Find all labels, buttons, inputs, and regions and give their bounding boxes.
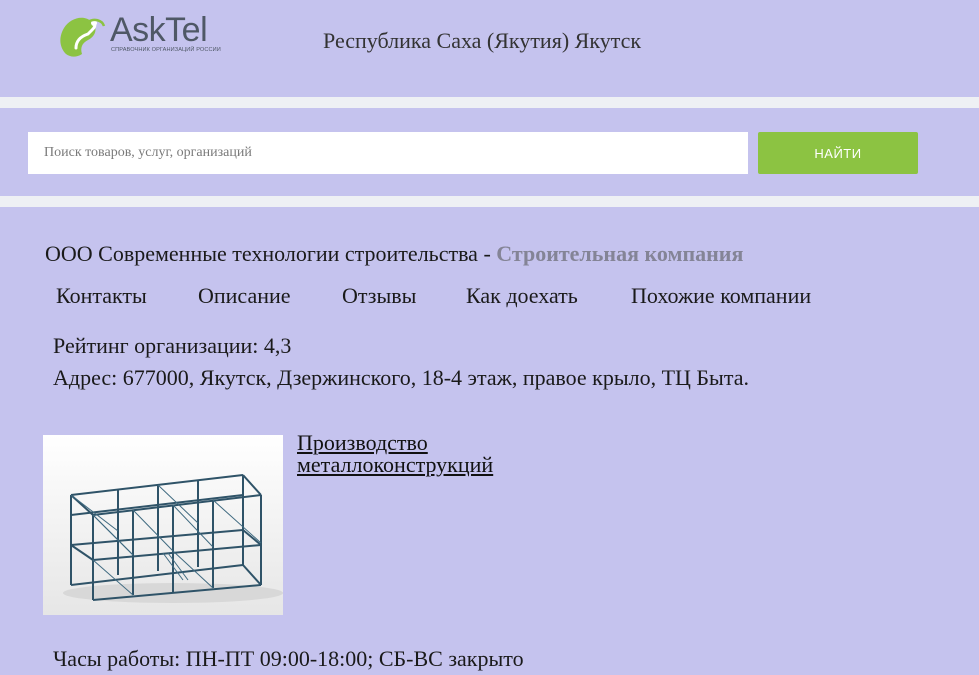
divider	[0, 196, 979, 207]
tab-description[interactable]: Описание	[198, 283, 291, 309]
search-bar: НАЙТИ	[0, 108, 979, 196]
divider	[0, 97, 979, 108]
search-button[interactable]: НАЙТИ	[758, 132, 918, 174]
tab-similar-companies[interactable]: Похожие компании	[631, 283, 811, 309]
search-input[interactable]	[28, 132, 748, 174]
product-image[interactable]	[43, 435, 283, 615]
address-text: Адрес: 677000, Якутск, Дзержинского, 18-…	[53, 365, 749, 390]
region-title[interactable]: Республика Саха (Якутия) Якутск	[323, 28, 641, 54]
tab-contacts[interactable]: Контакты	[56, 283, 147, 309]
working-hours: Часы работы: ПН-ПТ 09:00-18:00; СБ-ВС за…	[53, 646, 524, 671]
company-category[interactable]: Строительная компания	[496, 241, 743, 266]
tab-directions[interactable]: Как доехать	[466, 283, 578, 309]
logo-subtitle: СПРАВОЧНИК ОРГАНИЗАЦИЙ РОССИИ	[111, 47, 221, 53]
tab-reviews[interactable]: Отзывы	[342, 283, 416, 309]
company-title: ООО Современные технологии строительства…	[45, 241, 743, 267]
rating-text: Рейтинг организации: 4,3	[53, 333, 292, 358]
logo-text: AskTel	[110, 11, 208, 49]
logo-phone-icon	[60, 17, 106, 57]
company-name: ООО Современные технологии строительства…	[45, 241, 497, 266]
header: AskTel СПРАВОЧНИК ОРГАНИЗАЦИЙ РОССИИ Рес…	[0, 0, 979, 97]
site-logo[interactable]: AskTel СПРАВОЧНИК ОРГАНИЗАЦИЙ РОССИИ	[58, 11, 228, 62]
steel-frame-illustration	[43, 435, 283, 615]
product-link[interactable]: Производство металлоконструкций	[297, 432, 557, 476]
